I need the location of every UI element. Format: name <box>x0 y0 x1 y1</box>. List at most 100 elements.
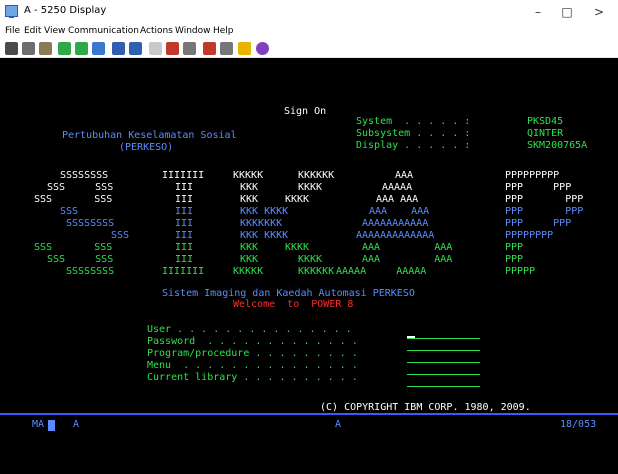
status-session: A <box>73 419 80 430</box>
banner-i-row: IIIIIII <box>162 170 205 181</box>
banner-k-row: KKK KKKK <box>240 206 289 217</box>
banner-k2-row: KKKKKK <box>298 266 335 277</box>
info-icon[interactable] <box>256 42 269 55</box>
banner-s-row: SSS <box>111 230 130 241</box>
banner-k-row: KKK KKKK <box>240 230 289 241</box>
system-label: System . . . . . : <box>356 116 471 127</box>
status-mode: MA <box>32 419 45 430</box>
display-value: SKM200765A <box>527 140 588 151</box>
banner-k2-row: KKKK <box>285 194 310 205</box>
banner-a-row: AAAAAAAAAAAAA <box>356 230 435 241</box>
subsystem-label: Subsystem . . . . : <box>356 128 471 139</box>
banner-a-row: AAA AAA <box>376 194 419 205</box>
banner-k2-row: KKKK <box>298 182 323 193</box>
banner-a-row: AAA AAA <box>369 206 430 217</box>
window-titlebar[interactable]: A - 5250 Display – □ > <box>0 0 618 24</box>
banner-s-row: SSS SSS <box>47 254 114 265</box>
menu-label: Menu . . . . . . . . . . . . . . . <box>147 360 358 371</box>
user-label: User . . . . . . . . . . . . . . . <box>147 324 352 335</box>
program-label: Program/procedure . . . . . . . . . <box>147 348 358 359</box>
terminal-screen[interactable]: Sign On System . . . . . : PKSD45 Subsys… <box>0 58 618 474</box>
cursor-position: 18/053 <box>560 419 597 430</box>
banner-i-row: IIIIIII <box>162 266 205 277</box>
banner-a-row: AAA AAA <box>362 254 453 265</box>
banner-i-row: III <box>175 206 194 217</box>
customize-icon[interactable] <box>203 42 216 55</box>
display-label: Display . . . . . : <box>356 140 471 151</box>
password-field[interactable] <box>407 350 480 351</box>
banner-s-row: SSS SSS <box>34 194 113 205</box>
banner-k-row: KKK <box>240 182 259 193</box>
banner-a-row: AAAAA AAAAA <box>336 266 427 277</box>
banner-s-row: SSSSSSSS <box>60 170 109 181</box>
screen-title: Sign On <box>284 106 327 117</box>
program-field[interactable] <box>407 362 480 363</box>
welcome-message: Welcome to POWER 8 <box>233 299 354 310</box>
password-label: Password . . . . . . . . . . . . . <box>147 336 358 347</box>
receive-file-icon[interactable] <box>75 42 88 55</box>
banner-p-row: PPP <box>505 254 524 265</box>
macro-icon[interactable] <box>129 42 142 55</box>
close-button[interactable]: > <box>584 2 614 22</box>
banner-p-row: PPPPPPPPP <box>505 170 560 181</box>
toolbar <box>0 40 618 58</box>
banner-k-row: KKKKK <box>233 170 264 181</box>
status-cursor-block <box>48 420 55 431</box>
banner-i-row: III <box>175 242 194 253</box>
menu-communication[interactable]: Communication <box>68 26 139 36</box>
banner-a-row: AAA <box>395 170 414 181</box>
banner-p-row: PPP <box>505 242 524 253</box>
subsystem-value: QINTER <box>527 128 564 139</box>
banner-a-row: AAAAA <box>382 182 413 193</box>
app-icon <box>5 5 18 18</box>
banner-p-row: PPP PPP <box>505 206 584 217</box>
window-title: A - 5250 Display <box>24 5 107 16</box>
banner-i-row: III <box>175 230 194 241</box>
notes-icon[interactable] <box>220 42 233 55</box>
menu-actions[interactable]: Actions <box>140 26 173 36</box>
minimize-button[interactable]: – <box>523 2 553 22</box>
banner-s-row: SSS SSS <box>34 242 113 253</box>
banner-s-row: SSS SSS <box>47 182 114 193</box>
banner-p-row: PPP PPP <box>505 182 572 193</box>
stop-macro-icon[interactable] <box>183 42 196 55</box>
record-macro-icon[interactable] <box>149 42 162 55</box>
banner-a-row: AAAAAAAAAAA <box>362 218 429 229</box>
banner-s-row: SSSSSSSS <box>66 266 115 277</box>
current-library-field[interactable] <box>407 386 480 387</box>
banner-i-row: III <box>175 182 194 193</box>
banner-i-row: III <box>175 194 194 205</box>
banner-i-row: III <box>175 218 194 229</box>
banner-p-row: PPP PPP <box>505 194 584 205</box>
banner-k-row: KKKKKKK <box>240 218 283 229</box>
banner-s-row: SSSSSSSS <box>66 218 115 229</box>
banner-a-row: AAA AAA <box>362 242 453 253</box>
menu-view[interactable]: View <box>44 26 65 36</box>
banner-k2-row: KKKK <box>285 242 310 253</box>
system-value: PKSD45 <box>527 116 564 127</box>
banner-p-row: PPP PPP <box>505 218 572 229</box>
banner-p-row: PPPPPPPP <box>505 230 554 241</box>
status-indicator: A <box>335 419 342 430</box>
menu-field[interactable] <box>407 374 480 375</box>
menu-help[interactable]: Help <box>213 26 234 36</box>
paste-icon[interactable] <box>39 42 52 55</box>
banner-k-row: KKK <box>240 242 259 253</box>
play-macro-icon[interactable] <box>166 42 179 55</box>
banner-s-row: SSS <box>60 206 79 217</box>
send-file-icon[interactable] <box>58 42 71 55</box>
user-field[interactable] <box>407 338 480 339</box>
menu-file[interactable]: File <box>5 26 20 36</box>
print-screen-icon[interactable] <box>5 42 18 55</box>
menu-window[interactable]: Window <box>175 26 211 36</box>
copy-icon[interactable] <box>22 42 35 55</box>
menu-bar: File Edit View Communication Actions Win… <box>0 24 618 40</box>
display-icon[interactable] <box>92 42 105 55</box>
help-icon[interactable] <box>238 42 251 55</box>
banner-k-row: KKKKK <box>233 266 264 277</box>
banner-k-row: KKK <box>240 254 259 265</box>
keyboard-map-icon[interactable] <box>112 42 125 55</box>
menu-edit[interactable]: Edit <box>24 26 41 36</box>
org-name: Pertubuhan Keselamatan Sosial <box>62 130 237 141</box>
maximize-button[interactable]: □ <box>552 2 582 22</box>
